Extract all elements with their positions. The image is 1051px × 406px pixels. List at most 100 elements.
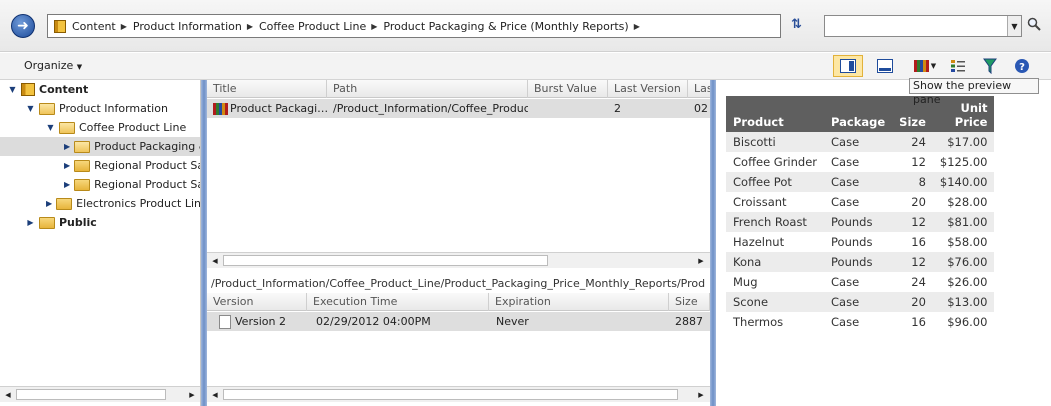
expand-right-icon[interactable]: ▶ (26, 218, 35, 227)
report-grid-horizontal-scrollbar[interactable]: ◀ ▶ (207, 252, 710, 268)
folder-open-icon (39, 102, 55, 115)
preview-cell-package: Case (824, 312, 893, 332)
expand-down-icon[interactable]: ▼ (46, 123, 55, 132)
tree-horizontal-scrollbar[interactable]: ◀ ▶ (0, 386, 200, 402)
expand-down-icon[interactable]: ▼ (26, 104, 35, 113)
expand-right-icon[interactable]: ▶ (46, 199, 52, 208)
scroll-thumb[interactable] (223, 255, 548, 266)
back-button[interactable]: ➜ (11, 14, 35, 38)
column-expiration[interactable]: Expiration (489, 293, 669, 311)
preview-cell-price: $125.00 (932, 152, 995, 172)
preview-cell-product: Scone (726, 292, 825, 312)
folder-tree: ▼ Content ▼ Product Information ▼ Coffee… (0, 80, 201, 406)
preview-col-unit-price: Unit Price (932, 96, 995, 132)
tree-item-content[interactable]: ▼ Content (8, 80, 198, 99)
filter-funnel-icon (983, 58, 997, 74)
tree-item-regional-sales-2[interactable]: ▶ Regional Product Sal (64, 175, 200, 194)
preview-pane-icon (840, 59, 856, 73)
breadcrumb-product-packaging[interactable]: Product Packaging & Price (Monthly Repor… (383, 20, 639, 33)
column-path[interactable]: Path (327, 80, 528, 98)
chevron-right-icon: ▶ (371, 21, 378, 31)
search-dropdown-button[interactable]: ▼ (1007, 16, 1021, 36)
preview-cell-price: $76.00 (932, 252, 995, 272)
column-execution-time[interactable]: Execution Time (307, 293, 489, 311)
properties-list-icon (951, 60, 965, 72)
chevron-right-icon: ▶ (633, 21, 640, 31)
report-last-version-cell: 2 (614, 102, 621, 115)
execution-time-cell: 02/29/2012 04:00PM (316, 315, 431, 328)
organize-menu[interactable]: Organize ▼ (24, 59, 82, 72)
folder-icon (74, 159, 91, 172)
column-version[interactable]: Version (207, 293, 307, 311)
search-icon[interactable] (1027, 17, 1041, 31)
scroll-right-icon[interactable]: ▶ (186, 389, 198, 400)
scroll-left-icon[interactable]: ◀ (209, 255, 221, 266)
scroll-thumb[interactable] (223, 389, 678, 400)
version-row[interactable]: Version 2 02/29/2012 04:00PM Never 2887 (207, 312, 710, 331)
preview-pane-button[interactable] (833, 55, 863, 77)
scroll-left-icon[interactable]: ◀ (2, 389, 14, 400)
preview-cell-package: Case (824, 152, 893, 172)
tree-item-electronics-product-line[interactable]: ▶ Electronics Product Line (46, 194, 200, 213)
preview-cell-price: $26.00 (932, 272, 995, 292)
help-button[interactable]: ? (1007, 55, 1037, 77)
tree-item-product-information[interactable]: ▼ Product Information (26, 99, 198, 118)
preview-row: Biscotti Case 24 $17.00 (726, 132, 995, 152)
svg-text:?: ? (1019, 62, 1025, 73)
column-size[interactable]: Size (669, 293, 710, 311)
preview-table: Product Package Size Unit Price Biscotti C… (726, 96, 995, 332)
tree-item-regional-sales-1[interactable]: ▶ Regional Product Sal (64, 156, 200, 175)
tree-item-public[interactable]: ▶ Public (26, 213, 198, 232)
expand-right-icon[interactable]: ▶ (64, 142, 70, 151)
preview-cell-price: $140.00 (932, 172, 995, 192)
properties-button[interactable] (943, 55, 973, 77)
expand-down-icon[interactable]: ▼ (8, 85, 17, 94)
preview-cell-size: 12 (892, 252, 933, 272)
breadcrumb[interactable]: Content ▶ Product Information ▶ Coffee Pro… (47, 14, 781, 38)
tree-item-product-packaging[interactable]: ▶ Product Packaging & (0, 137, 200, 156)
preview-cell-package: Pounds (824, 232, 893, 252)
preview-cell-price: $13.00 (932, 292, 995, 312)
scroll-left-icon[interactable]: ◀ (209, 389, 221, 400)
preview-cell-product: Mug (726, 272, 825, 292)
filter-button[interactable] (975, 55, 1005, 77)
version-grid-horizontal-scrollbar[interactable]: ◀ ▶ (207, 386, 710, 402)
scroll-right-icon[interactable]: ▶ (695, 255, 707, 266)
preview-cell-package: Case (824, 172, 893, 192)
scroll-thumb[interactable] (16, 389, 166, 400)
toolbar: Organize ▼ ▼ ? (0, 53, 1051, 80)
details-pane-button[interactable] (870, 55, 900, 77)
report-row[interactable]: Product Packagi… /Product_Information/Co… (207, 99, 710, 118)
breadcrumb-coffee-product-line[interactable]: Coffee Product Line ▶ (259, 20, 377, 33)
preview-cell-size: 20 (892, 292, 933, 312)
column-burst-value[interactable]: Burst Value (528, 80, 608, 98)
preview-cell-price: $58.00 (932, 232, 995, 252)
preview-row: Thermos Case 16 $96.00 (726, 312, 995, 332)
folder-icon (74, 178, 91, 191)
search-input[interactable]: ▼ (824, 15, 1022, 37)
expiration-cell: Never (496, 315, 529, 328)
chevron-down-icon: ▼ (76, 63, 83, 71)
report-title-cell: Product Packagi… (207, 99, 327, 118)
refresh-icon[interactable]: ⇅ (791, 17, 802, 32)
preview-pane: Product Package Size Unit Price Biscotti C… (716, 80, 1051, 406)
views-button[interactable]: ▼ (910, 55, 940, 77)
breadcrumb-product-information[interactable]: Product Information ▶ (133, 20, 253, 33)
preview-cell-package: Pounds (824, 212, 893, 232)
scroll-right-icon[interactable]: ▶ (695, 389, 707, 400)
column-last[interactable]: Las (688, 80, 710, 98)
expand-right-icon[interactable]: ▶ (64, 180, 70, 189)
breadcrumb-content[interactable]: Content ▶ (72, 20, 127, 33)
preview-col-product: Product (726, 96, 825, 132)
tree-item-coffee-product-line[interactable]: ▼ Coffee Product Line (46, 118, 198, 137)
preview-row: Coffee Grinder Case 12 $125.00 (726, 152, 995, 172)
chevron-right-icon: ▶ (246, 21, 253, 31)
folder-icon (39, 216, 55, 229)
document-icon (219, 315, 231, 329)
expand-right-icon[interactable]: ▶ (64, 161, 70, 170)
column-title[interactable]: Title (207, 80, 327, 98)
preview-cell-package: Case (824, 292, 893, 312)
report-library-icon (913, 60, 929, 72)
column-last-version[interactable]: Last Version (608, 80, 688, 98)
preview-cell-product: French Roast (726, 212, 825, 232)
